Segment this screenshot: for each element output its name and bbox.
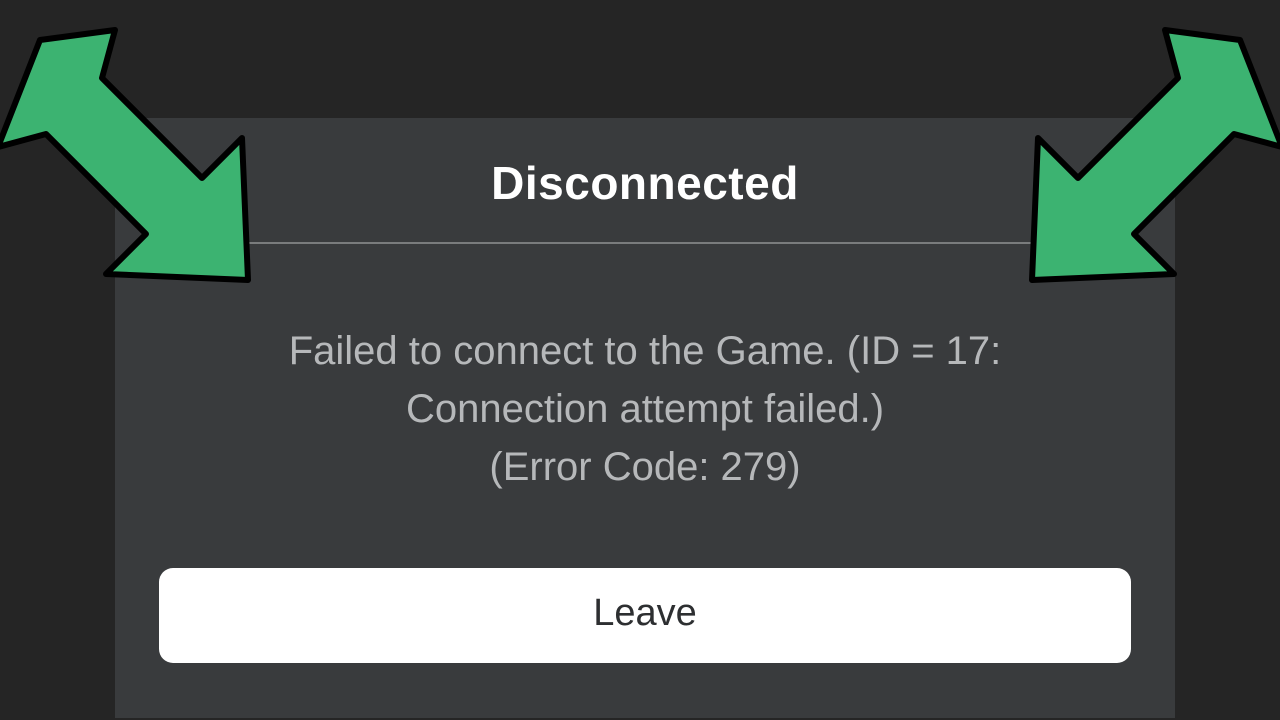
dialog-title: Disconnected — [159, 156, 1131, 210]
leave-button[interactable]: Leave — [159, 568, 1131, 663]
dialog-divider — [159, 242, 1131, 244]
disconnect-dialog: Disconnected Failed to connect to the Ga… — [115, 118, 1175, 718]
dialog-message: Failed to connect to the Game. (ID = 17:… — [159, 322, 1131, 496]
